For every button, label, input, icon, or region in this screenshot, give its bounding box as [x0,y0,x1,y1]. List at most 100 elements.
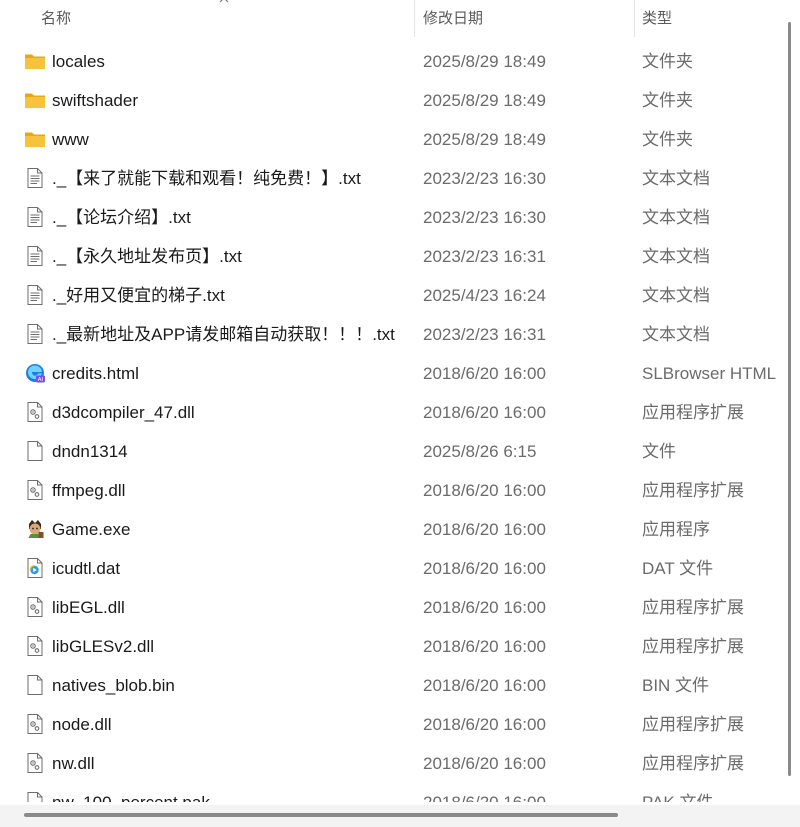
file-type: 文本文档 [642,286,710,305]
file-name: icudtl.dat [52,559,121,578]
file-list: locales 2025/8/29 18:49 文件夹 swiftshader 2025… [0,42,778,802]
file-type: DAT 文件 [642,559,714,578]
dll-file-icon [24,596,46,618]
file-type: 文本文档 [642,208,710,227]
svg-text:AI: AI [38,377,44,383]
file-type: 文件夹 [642,52,693,71]
file-type: 应用程序扩展 [642,637,744,656]
file-type: BIN 文件 [642,676,710,695]
file-type: 文本文档 [642,325,710,344]
folder-icon [24,128,46,150]
file-row[interactable]: ._【来了就能下载和观看！纯免费！】.txt 2023/2/23 16:30 文本文… [0,159,778,198]
file-type: 文件夹 [642,91,693,110]
file-modified-date: 2018/6/20 16:00 [423,754,546,773]
file-modified-date: 2018/6/20 16:00 [423,481,546,500]
text-document-icon [24,206,46,228]
browser-html-icon: AI [24,362,46,384]
file-name: dndn1314 [52,442,128,461]
file-modified-date: 2018/6/20 16:00 [423,676,546,695]
text-document-icon [24,167,46,189]
dll-file-icon [24,713,46,735]
file-row[interactable]: libEGL.dll 2018/6/20 16:00 应用程序扩展 [0,588,778,627]
file-name: locales [52,52,105,71]
file-name: nw.dll [52,754,95,773]
file-type: 应用程序 [642,520,710,539]
file-type: 文本文档 [642,169,710,188]
blank-file-icon [24,674,46,696]
file-type: 应用程序扩展 [642,403,744,422]
horizontal-scrollbar-thumb[interactable] [24,813,618,817]
file-row[interactable]: natives_blob.bin 2018/6/20 16:00 BIN 文件 [0,666,778,705]
file-name: ._最新地址及APP请发邮箱自动获取！！！.txt [52,325,395,344]
file-type: 应用程序扩展 [642,715,744,734]
text-document-icon [24,245,46,267]
file-modified-date: 2023/2/23 16:31 [423,247,546,266]
column-header-name-label: 名称 [41,10,72,27]
column-header-name[interactable]: 名称 [0,0,414,37]
file-type: 文本文档 [642,247,710,266]
file-modified-date: 2025/4/23 16:24 [423,286,546,305]
file-row[interactable]: dndn1314 2025/8/26 6:15 文件 [0,432,778,471]
file-name: ._好用又便宜的梯子.txt [52,286,225,305]
file-type: 应用程序扩展 [642,754,744,773]
file-name: d3dcompiler_47.dll [52,403,195,422]
file-modified-date: 2025/8/29 18:49 [423,91,546,110]
file-row[interactable]: ._好用又便宜的梯子.txt 2025/4/23 16:24 文本文档 [0,276,778,315]
file-type: 应用程序扩展 [642,598,744,617]
column-header-date[interactable]: 修改日期 [414,0,634,37]
file-name: www [52,130,89,149]
file-modified-date: 2025/8/29 18:49 [423,130,546,149]
file-name: natives_blob.bin [52,676,175,695]
text-document-icon [24,323,46,345]
file-name: ._【来了就能下载和观看！纯免费！】.txt [52,169,361,188]
file-type: SLBrowser HTML [642,364,777,383]
file-modified-date: 2018/6/20 16:00 [423,783,546,802]
file-row[interactable]: swiftshader 2025/8/29 18:49 文件夹 [0,81,778,120]
game-exe-icon [24,518,46,540]
file-row[interactable]: nw_100_percent.pak 2018/6/20 16:00 PAK 文件 [0,783,778,802]
file-row[interactable]: ffmpeg.dll 2018/6/20 16:00 应用程序扩展 [0,471,778,510]
file-row[interactable]: libGLESv2.dll 2018/6/20 16:00 应用程序扩展 [0,627,778,666]
file-row[interactable]: Game.exe 2018/6/20 16:00 应用程序 [0,510,778,549]
blank-file-icon [24,440,46,462]
file-name: swiftshader [52,91,138,110]
file-modified-date: 2018/6/20 16:00 [423,403,546,422]
file-row[interactable]: locales 2025/8/29 18:49 文件夹 [0,42,778,81]
file-modified-date: 2018/6/20 16:00 [423,559,546,578]
dll-file-icon [24,401,46,423]
file-type: PAK 文件 [642,783,713,802]
file-name: Game.exe [52,520,131,539]
sort-ascending-icon [219,0,229,3]
dll-file-icon [24,479,46,501]
file-row[interactable]: icudtl.dat 2018/6/20 16:00 DAT 文件 [0,549,778,588]
file-row[interactable]: ._【永久地址发布页】.txt 2023/2/23 16:31 文本文档 [0,237,778,276]
file-name: libEGL.dll [52,598,125,617]
file-row[interactable]: d3dcompiler_47.dll 2018/6/20 16:00 应用程序扩展 [0,393,778,432]
file-name: ._【永久地址发布页】.txt [52,247,242,266]
file-modified-date: 2025/8/26 6:15 [423,442,537,461]
file-row[interactable]: AI credits.html 2018/6/20 16:00 SLBrowser H… [0,354,778,393]
column-header-bar: 名称 修改日期 类型 [0,0,778,37]
media-file-icon [24,557,46,579]
file-row[interactable]: ._最新地址及APP请发邮箱自动获取！！！.txt 2023/2/23 16:31… [0,315,778,354]
file-modified-date: 2023/2/23 16:30 [423,169,546,188]
file-row[interactable]: nw.dll 2018/6/20 16:00 应用程序扩展 [0,744,778,783]
file-modified-date: 2018/6/20 16:00 [423,637,546,656]
file-type: 文件 [642,442,676,461]
file-name: ffmpeg.dll [52,481,126,500]
file-modified-date: 2018/6/20 16:00 [423,364,546,383]
column-header-type[interactable]: 类型 [634,0,778,37]
text-document-icon [24,284,46,306]
scrollbar-corner [778,805,800,827]
file-row[interactable]: node.dll 2018/6/20 16:00 应用程序扩展 [0,705,778,744]
column-header-date-label: 修改日期 [423,10,484,27]
folder-icon [24,50,46,72]
file-row[interactable]: ._【论坛介绍】.txt 2023/2/23 16:30 文本文档 [0,198,778,237]
file-name: nw_100_percent.pak [52,783,210,802]
file-modified-date: 2025/8/29 18:49 [423,52,546,71]
vertical-scrollbar-thumb[interactable] [788,22,791,776]
file-modified-date: 2018/6/20 16:00 [423,520,546,539]
file-modified-date: 2018/6/20 16:00 [423,715,546,734]
file-modified-date: 2023/2/23 16:31 [423,325,546,344]
file-row[interactable]: www 2025/8/29 18:49 文件夹 [0,120,778,159]
